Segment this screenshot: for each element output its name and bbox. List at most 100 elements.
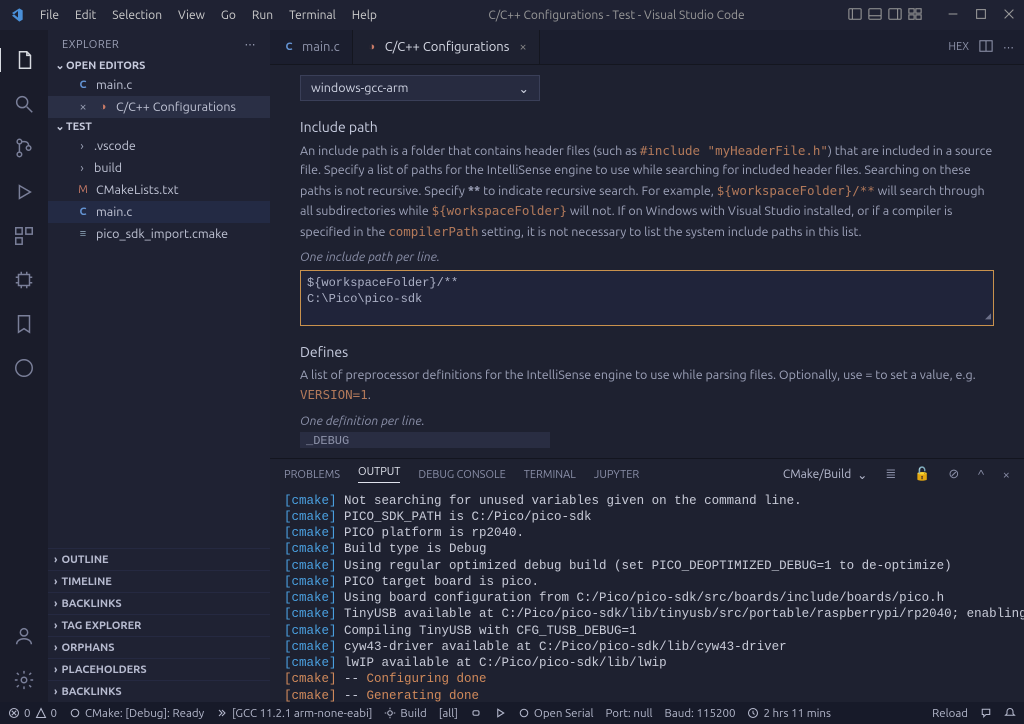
output-channel-select[interactable]: CMake/Build⌄ <box>783 468 867 482</box>
editor-split-icon[interactable] <box>979 39 993 56</box>
activity-explorer-icon[interactable] <box>0 48 47 72</box>
activity-account-icon[interactable] <box>12 624 36 648</box>
chevron-down-icon: ⌄ <box>519 81 529 96</box>
panel-tab-output[interactable]: OUTPUT <box>358 466 400 483</box>
activity-bookmark-icon[interactable] <box>12 312 36 336</box>
menu-edit[interactable]: Edit <box>67 5 104 26</box>
activity-chip-icon[interactable] <box>12 268 36 292</box>
section-placeholders[interactable]: ›PLACEHOLDERS <box>48 658 270 680</box>
configuration-dropdown[interactable]: windows-gcc-arm ⌄ <box>300 75 540 101</box>
tab-cpp-config[interactable]: ◑ C/C++ Configurations × <box>353 30 540 64</box>
backlinks2-label: BACKLINKS <box>61 686 121 698</box>
hex-indicator[interactable]: HEX <box>948 41 969 53</box>
status-compiler[interactable]: [GCC 11.2.1 arm-none-eabi] <box>216 707 372 720</box>
folder-vscode-label: .vscode <box>94 139 136 153</box>
include-path-title: Include path <box>300 119 994 135</box>
status-run-icon[interactable] <box>494 707 506 719</box>
section-open-editors[interactable]: ⌄OPEN EDITORS <box>48 57 270 74</box>
panel-close-icon[interactable]: × <box>1003 468 1010 482</box>
folder-vscode[interactable]: ›.vscode <box>48 135 270 157</box>
status-target[interactable]: [all] <box>439 707 458 720</box>
textarea-resize-handle[interactable]: ◢ <box>985 311 991 325</box>
open-editor-main[interactable]: C main.c <box>48 74 270 96</box>
defines-hint: One definition per line. <box>300 414 994 428</box>
tab-main-c[interactable]: C main.c <box>270 30 353 64</box>
file-pico-import[interactable]: ≡ pico_sdk_import.cmake <box>48 223 270 245</box>
window-maximize-icon[interactable] <box>974 7 988 24</box>
tab-close-icon[interactable]: × <box>519 40 526 54</box>
cmake-file-icon: M <box>76 183 90 197</box>
status-port[interactable]: Port: null <box>606 707 653 720</box>
status-bell-icon[interactable] <box>1004 707 1016 719</box>
defines-textarea[interactable]: _DEBUG <box>300 432 550 448</box>
layout-toggle-secondary-icon[interactable] <box>888 7 902 24</box>
section-project[interactable]: ⌄TEST <box>48 118 270 135</box>
section-outline[interactable]: ›OUTLINE <box>48 548 270 570</box>
orphans-label: ORPHANS <box>61 642 114 654</box>
menu-go[interactable]: Go <box>213 5 244 26</box>
menu-selection[interactable]: Selection <box>104 5 170 26</box>
sidebar-more-icon[interactable]: ⋯ <box>245 38 257 51</box>
file-cmakelists-label: CMakeLists.txt <box>96 183 179 197</box>
config-icon: ◑ <box>365 40 379 54</box>
cmake-import-icon: ≡ <box>76 227 90 241</box>
panel-tab-debugconsole[interactable]: DEBUG CONSOLE <box>418 469 505 481</box>
output-filter-icon[interactable]: ≣ <box>885 467 896 482</box>
open-editor-cpp-config[interactable]: × ◑ C/C++ Configurations <box>48 96 270 118</box>
tab-main-label: main.c <box>302 40 340 54</box>
activity-github-icon[interactable] <box>12 356 36 380</box>
open-editor-main-label: main.c <box>96 78 132 92</box>
status-openserial[interactable]: Open Serial <box>518 707 594 720</box>
config-icon: ◑ <box>96 100 110 114</box>
output-lock-icon[interactable]: 🔓 <box>914 467 930 482</box>
file-cmakelists[interactable]: M CMakeLists.txt <box>48 179 270 201</box>
section-timeline[interactable]: ›TIMELINE <box>48 570 270 592</box>
layout-toggle-primary-icon[interactable] <box>848 7 862 24</box>
activity-extensions-icon[interactable] <box>12 224 36 248</box>
folder-build-label: build <box>94 161 122 175</box>
output-clear-icon[interactable]: ⊘ <box>948 467 959 482</box>
section-tagexplorer[interactable]: ›TAG EXPLORER <box>48 614 270 636</box>
folder-build[interactable]: ›build <box>48 157 270 179</box>
activity-source-control-icon[interactable] <box>12 136 36 160</box>
section-backlinks[interactable]: ›BACKLINKS <box>48 592 270 614</box>
menu-help[interactable]: Help <box>344 5 385 26</box>
section-orphans[interactable]: ›ORPHANS <box>48 636 270 658</box>
status-debug-icon[interactable] <box>470 707 482 719</box>
panel-tab-problems[interactable]: PROBLEMS <box>284 469 340 481</box>
status-reload[interactable]: Reload <box>932 707 968 720</box>
layout-customize-icon[interactable] <box>908 7 922 24</box>
file-main-c[interactable]: Cmain.c <box>48 201 270 223</box>
status-build[interactable]: Build <box>384 707 426 720</box>
activity-run-debug-icon[interactable] <box>12 180 36 204</box>
menu-file[interactable]: File <box>32 5 67 26</box>
menu-view[interactable]: View <box>170 5 213 26</box>
panel-maximize-icon[interactable]: ^ <box>977 468 984 482</box>
panel-tab-terminal[interactable]: TERMINAL <box>524 469 576 481</box>
status-baud[interactable]: Baud: 115200 <box>665 707 736 720</box>
close-editor-icon[interactable]: × <box>76 100 90 114</box>
window-minimize-icon[interactable] <box>946 7 960 24</box>
menu-terminal[interactable]: Terminal <box>281 5 344 26</box>
editor-more-icon[interactable]: ⋯ <box>1003 41 1014 54</box>
status-errors[interactable]: 00 <box>8 707 57 720</box>
include-path-textarea[interactable]: ${workspaceFolder}/** C:\Pico\pico-sdk◢ <box>300 270 994 326</box>
tagexplorer-label: TAG EXPLORER <box>61 620 141 632</box>
status-feedback-icon[interactable] <box>980 707 992 719</box>
section-backlinks2[interactable]: ›BACKLINKS <box>48 680 270 702</box>
status-time[interactable]: 2 hrs 11 mins <box>747 707 831 720</box>
window-close-icon[interactable] <box>1002 7 1016 24</box>
layout-toggle-panel-icon[interactable] <box>868 7 882 24</box>
output-content[interactable]: [cmake] Not searching for unused variabl… <box>270 491 1024 702</box>
activity-search-icon[interactable] <box>12 92 36 116</box>
file-main-label: main.c <box>96 205 132 219</box>
vscode-logo-icon <box>8 7 24 23</box>
menu-run[interactable]: Run <box>244 5 281 26</box>
panel-tab-jupyter[interactable]: JUPYTER <box>594 469 639 481</box>
include-path-hint: One include path per line. <box>300 250 994 264</box>
file-import-label: pico_sdk_import.cmake <box>96 227 228 241</box>
c-file-icon: C <box>76 205 90 219</box>
status-cmake[interactable]: CMake: [Debug]: Ready <box>69 707 204 720</box>
activity-settings-icon[interactable] <box>12 668 36 692</box>
dropdown-value: windows-gcc-arm <box>311 81 408 95</box>
